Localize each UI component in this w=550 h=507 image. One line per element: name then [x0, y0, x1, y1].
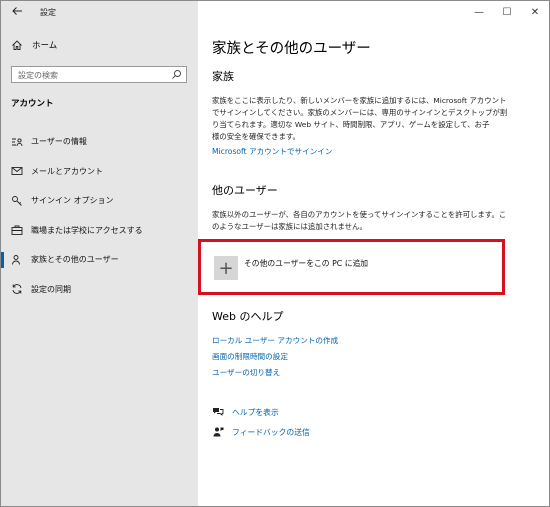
title-bar: 設定 — [1, 1, 198, 23]
other-users-description-line: 家族以外のユーザーが、各自のアカウントを使ってサインインすることを許可します。こ — [212, 210, 507, 219]
plus-icon: + — [214, 256, 238, 280]
close-button[interactable]: ✕ — [521, 1, 549, 23]
family-description: 家族をここに表示したり、新しいメンバーを家族に追加するには、Microsoft … — [212, 95, 542, 143]
feedback-icon — [212, 426, 224, 438]
other-users-heading: 他のユーザー — [212, 184, 278, 197]
search-placeholder: 設定の検索 — [18, 71, 58, 80]
create-local-account-link[interactable]: ローカル ユーザー アカウントの作成 — [212, 335, 338, 346]
help-chat-icon — [212, 406, 224, 418]
add-other-user-label: その他のユーザーをこの PC に追加 — [244, 259, 369, 268]
family-description-line: 様の安全を確保できます。 — [212, 132, 300, 141]
sidebar: 設定 ホーム 設定の検索 アカウント ユーザーの情報 メールとアカウント サイン… — [1, 1, 198, 506]
other-users-description-line: のようなユーザーは家族には追加されません。 — [212, 222, 367, 231]
sidebar-item-label: 家族とその他のユーザー — [31, 255, 119, 265]
family-description-line: り当てられます。適切な Web サイト、時間制限、アプリ、ゲームを設定して、お子 — [212, 120, 490, 129]
briefcase-icon — [11, 224, 23, 236]
family-description-line: 家族をここに表示したり、新しいメンバーを家族に追加するには、Microsoft … — [212, 96, 507, 105]
page-title: 家族とその他のユーザー — [212, 41, 371, 57]
settings-window: 設定 ホーム 設定の検索 アカウント ユーザーの情報 メールとアカウント サイン… — [0, 0, 550, 507]
sidebar-item-your-info[interactable]: ユーザーの情報 — [1, 127, 198, 157]
family-heading: 家族 — [212, 70, 234, 83]
sidebar-item-work-school[interactable]: 職場または学校にアクセスする — [1, 216, 198, 246]
home-label: ホーム — [32, 41, 58, 51]
key-icon — [11, 195, 23, 207]
main-content: — ☐ ✕ 家族とその他のユーザー 家族 家族をここに表示したり、新しいメンバー… — [198, 1, 549, 506]
app-title: 設定 — [40, 8, 56, 17]
minimize-button[interactable]: — — [465, 1, 493, 23]
get-help-label: ヘルプを表示 — [232, 407, 279, 417]
family-description-line: でサインインしてください。家族のメンバーには、専用のサインインとデスクトップが割 — [212, 108, 508, 117]
other-users-description: 家族以外のユーザーが、各自のアカウントを使ってサインインすることを許可します。こ… — [212, 209, 542, 233]
sidebar-item-email-accounts[interactable]: メールとアカウント — [1, 157, 198, 187]
mail-icon — [11, 165, 23, 177]
sidebar-item-signin-options[interactable]: サインイン オプション — [1, 186, 198, 216]
sidebar-item-label: 職場または学校にアクセスする — [31, 225, 143, 235]
back-arrow-icon[interactable] — [11, 5, 27, 19]
search-icon[interactable] — [171, 69, 182, 80]
section-header-accounts: アカウント — [11, 99, 54, 109]
sidebar-item-label: メールとアカウント — [31, 166, 103, 176]
sidebar-item-label: ユーザーの情報 — [31, 137, 87, 147]
sidebar-item-family-other-users[interactable]: 家族とその他のユーザー — [1, 245, 198, 275]
feedback-link[interactable]: フィードバックの送信 — [212, 426, 310, 438]
sidebar-item-sync-settings[interactable]: 設定の同期 — [1, 275, 198, 305]
screen-time-limits-link[interactable]: 画面の制限時間の設定 — [212, 351, 288, 362]
sidebar-item-label: サインイン オプション — [31, 196, 114, 206]
window-controls: — ☐ ✕ — [465, 1, 549, 23]
sidebar-item-label: 設定の同期 — [31, 284, 71, 294]
get-help-link[interactable]: ヘルプを表示 — [212, 406, 279, 418]
add-other-user-button[interactable]: + その他のユーザーをこの PC に追加 — [198, 239, 505, 295]
home-nav-item[interactable]: ホーム — [11, 39, 57, 51]
switch-users-link[interactable]: ユーザーの切り替え — [212, 367, 280, 378]
microsoft-signin-link[interactable]: Microsoft アカウントでサインイン — [212, 146, 333, 157]
maximize-button[interactable]: ☐ — [493, 1, 521, 23]
web-help-heading: Web のヘルプ — [212, 310, 284, 323]
family-icon — [11, 254, 23, 266]
settings-search-input[interactable]: 設定の検索 — [11, 66, 187, 83]
feedback-label: フィードバックの送信 — [232, 427, 310, 437]
home-icon — [11, 39, 23, 51]
user-info-icon — [11, 136, 23, 148]
sidebar-nav: ユーザーの情報 メールとアカウント サインイン オプション 職場または学校にアク… — [1, 127, 198, 304]
sync-icon — [11, 283, 23, 295]
